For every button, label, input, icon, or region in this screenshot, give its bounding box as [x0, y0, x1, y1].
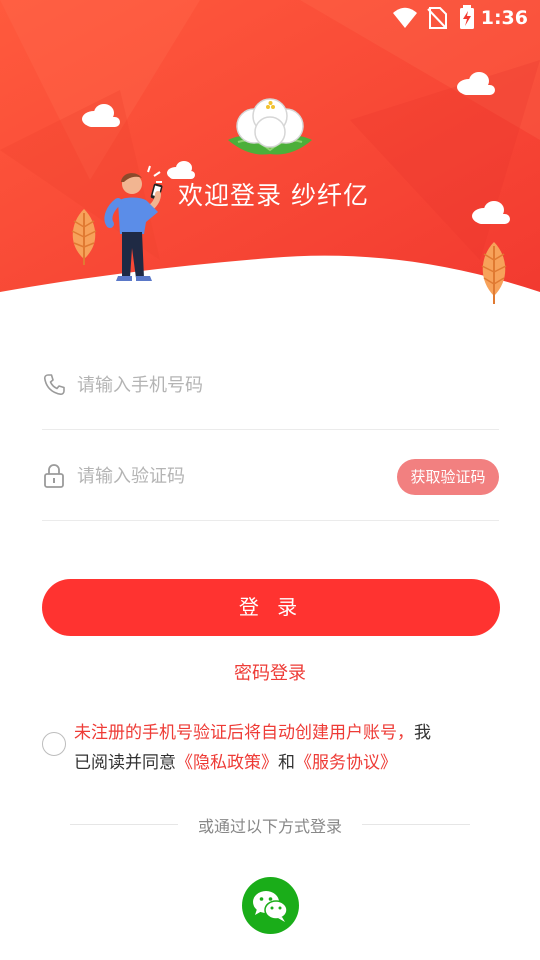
password-login-link[interactable]: 密码登录 [0, 659, 540, 685]
header-background [0, 0, 540, 292]
wechat-icon [253, 891, 288, 922]
person-illustration [104, 165, 163, 281]
agreement-and: 和 [278, 753, 295, 773]
leaf-icon [481, 242, 507, 304]
alt-login-label: 或通过以下方式登录 [197, 817, 342, 836]
verification-code-input[interactable] [77, 461, 377, 491]
no-sim-icon [427, 7, 447, 29]
header-banner: 欢迎登录 纱纤亿 [0, 0, 540, 320]
service-agreement-link[interactable]: 《服务协议》 [295, 753, 397, 773]
wechat-login-button[interactable] [242, 877, 299, 934]
agreement-checkbox[interactable] [42, 732, 66, 756]
cotton-logo [228, 98, 312, 155]
leaf-icon [71, 209, 97, 265]
privacy-policy-link[interactable]: 《隐私政策》 [176, 753, 278, 773]
phone-field [42, 340, 499, 430]
agreement-notice: 未注册的手机号验证后将自动创建用户账号， [74, 723, 414, 743]
status-time: 1:36 [480, 7, 528, 29]
cloud-icon [472, 201, 510, 224]
phone-icon [43, 374, 65, 396]
agreement-text-1: 我 [414, 723, 431, 743]
get-code-button[interactable]: 获取验证码 [397, 459, 499, 495]
verification-code-field: 获取验证码 [42, 431, 499, 521]
cloud-icon [82, 104, 120, 127]
phone-input[interactable] [77, 370, 377, 400]
agreement-text: 未注册的手机号验证后将自动创建用户账号，我 已阅读并同意《隐私政策》和《服务协议… [74, 718, 474, 778]
login-button[interactable]: 登 录 [42, 579, 500, 636]
cloud-icon [457, 72, 495, 95]
welcome-title: 欢迎登录 纱纤亿 [178, 181, 369, 210]
status-bar: 1:36 [0, 0, 540, 36]
wifi-icon [393, 7, 417, 28]
agreement-text-2: 已阅读并同意 [74, 753, 176, 773]
lock-icon [44, 464, 64, 488]
battery-charging-icon [460, 5, 474, 29]
